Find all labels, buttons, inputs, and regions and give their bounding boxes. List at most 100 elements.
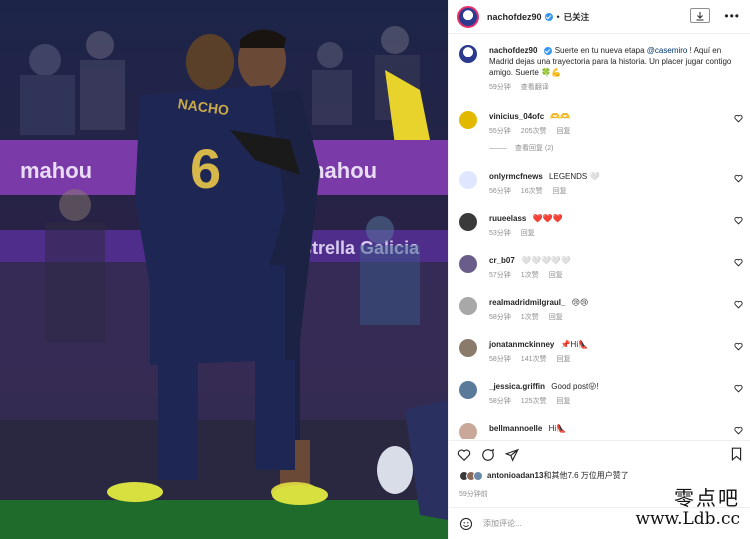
more-options-icon[interactable]: ••• xyxy=(724,10,740,22)
commenter-avatar[interactable] xyxy=(459,255,477,273)
comment-row: jonatanmckinney 📌Hi👠 58分钟 141次赞 回复 xyxy=(449,339,750,365)
download-button[interactable] xyxy=(690,8,711,23)
comment-time: 58分钟 xyxy=(489,398,511,405)
reply-button[interactable]: 回复 xyxy=(553,186,567,197)
comment-like-heart-icon[interactable] xyxy=(734,342,743,351)
jersey-number: 6 xyxy=(190,137,221,200)
post-actions-bar xyxy=(449,440,750,468)
header-separator: • xyxy=(556,11,560,22)
comment-text: 🤍🤍🤍🤍🤍 xyxy=(521,256,571,265)
comment-row: onlyrmcfnews LEGENDS 🤍 56分钟 16次赞 回复 xyxy=(449,171,750,197)
likes-rest: 和其他7.6 万位用户赞了 xyxy=(543,471,629,480)
reply-button[interactable]: 回复 xyxy=(549,270,563,281)
download-icon xyxy=(696,11,704,20)
commenter-username[interactable]: ruueelass xyxy=(489,214,526,223)
likes-summary[interactable]: antonioadan13 和其他7.6 万位用户赞了 xyxy=(459,470,629,481)
comment-time: 58分钟 xyxy=(489,356,511,363)
post-side-panel: nachofdez90 • 已关注 ••• nachofdez90 Suerte… xyxy=(448,0,750,539)
commenter-avatar[interactable] xyxy=(459,381,477,399)
comment-text: 🫶🫶 xyxy=(550,112,571,121)
comment-time: 56分钟 xyxy=(489,188,511,195)
liker-avatars xyxy=(459,470,483,481)
commenter-username[interactable]: jonatanmckinney xyxy=(489,340,554,349)
comment-like-heart-icon[interactable] xyxy=(734,300,743,309)
comment-text: ❤️❤️❤️ xyxy=(532,214,563,223)
comment-like-heart-icon[interactable] xyxy=(734,216,743,225)
caption-avatar[interactable] xyxy=(459,45,477,63)
commenter-username[interactable]: vinicius_04ofc xyxy=(489,112,544,121)
share-send-icon[interactable] xyxy=(505,448,519,462)
commenter-username[interactable]: bellmannoelle xyxy=(489,424,542,433)
commenter-avatar[interactable] xyxy=(459,423,477,439)
commenter-avatar[interactable] xyxy=(459,339,477,357)
post-photo-illustration: mahou mahou Estrella Galicia NACHO 6 xyxy=(0,0,448,539)
comment-text: 😢😢 xyxy=(571,298,589,307)
comment-like-count[interactable]: 1次赞 xyxy=(521,270,539,281)
ad-board-text-left: mahou xyxy=(20,158,92,183)
comment-like-count[interactable]: 141次赞 xyxy=(521,354,547,365)
commenter-username[interactable]: onlyrmcfnews xyxy=(489,172,543,181)
view-replies-link[interactable]: 查看回复 (2) xyxy=(489,143,750,153)
comment-like-heart-icon[interactable] xyxy=(734,258,743,267)
comment-row: cr_b07 🤍🤍🤍🤍🤍 57分钟 1次赞 回复 xyxy=(449,255,750,281)
like-heart-icon[interactable] xyxy=(457,448,471,462)
comment-row: ruueelass ❤️❤️❤️ 53分钟 回复 xyxy=(449,213,750,239)
caption-text-before: Suerte en tu nueva etapa xyxy=(554,46,647,55)
comment-row: vinicius_04ofc 🫶🫶 55分钟 205次赞 回复 xyxy=(449,111,750,137)
site-watermark: 零点吧 www.Ldb.cc xyxy=(635,487,740,529)
reply-button[interactable]: 回复 xyxy=(556,438,570,439)
commenter-username[interactable]: realmadridmilgraul_ xyxy=(489,298,565,307)
comment-like-heart-icon[interactable] xyxy=(734,174,743,183)
post-time: 59分钟前 xyxy=(459,491,488,498)
reply-button[interactable]: 回复 xyxy=(556,126,570,137)
watermark-line1: 零点吧 xyxy=(674,486,740,510)
caption-username[interactable]: nachofdez90 xyxy=(489,46,537,55)
bookmark-icon[interactable] xyxy=(730,447,743,461)
comment-time: 58分钟 xyxy=(489,314,511,321)
caption-mention-link[interactable]: @casemiro xyxy=(647,46,688,55)
see-translation-link[interactable]: 查看翻译 xyxy=(521,82,549,93)
comment-text: 📌Hi👠 xyxy=(560,340,589,349)
comment-time: 57分钟 xyxy=(489,272,511,279)
comment-list: vinicius_04ofc 🫶🫶 55分钟 205次赞 回复 查看回复 (2)… xyxy=(449,111,750,439)
comments-scroll[interactable]: nachofdez90 Suerte en tu nueva etapa @ca… xyxy=(449,35,750,439)
comment-like-count[interactable]: 153次赞 xyxy=(521,438,547,439)
comment-time: 55分钟 xyxy=(489,128,511,135)
author-avatar[interactable] xyxy=(457,5,479,28)
comment-time: 58分钟 xyxy=(489,438,511,439)
author-username[interactable]: nachofdez90 xyxy=(487,12,542,22)
commenter-avatar[interactable] xyxy=(459,213,477,231)
reply-button[interactable]: 回复 xyxy=(556,354,570,365)
comment-time: 53分钟 xyxy=(489,230,511,237)
commenter-avatar[interactable] xyxy=(459,297,477,315)
comment-like-count[interactable]: 1次赞 xyxy=(521,312,539,323)
comment-icon[interactable] xyxy=(481,448,495,462)
caption-time: 59分钟 xyxy=(489,84,511,91)
reply-button[interactable]: 回复 xyxy=(549,312,563,323)
reply-button[interactable]: 回复 xyxy=(521,228,535,239)
reply-button[interactable]: 回复 xyxy=(556,396,570,407)
comment-row: bellmannoelle Hi👠 58分钟 153次赞 回复 xyxy=(449,423,750,439)
comment-text: Hi👠 xyxy=(548,424,567,433)
comment-like-count[interactable]: 16次赞 xyxy=(521,186,543,197)
comment-row: realmadridmilgraul_ 😢😢 58分钟 1次赞 回复 xyxy=(449,297,750,323)
comment-like-count[interactable]: 205次赞 xyxy=(521,126,547,137)
commenter-avatar[interactable] xyxy=(459,171,477,189)
emoji-icon[interactable] xyxy=(459,517,473,531)
comment-row: _jessica.griffin Good post😛! 58分钟 125次赞 … xyxy=(449,381,750,407)
comment-text: Good post😛! xyxy=(551,382,599,391)
likes-first-user[interactable]: antonioadan13 xyxy=(487,471,543,480)
commenter-avatar[interactable] xyxy=(459,111,477,129)
comment-like-heart-icon[interactable] xyxy=(734,426,743,435)
comment-like-count[interactable]: 125次赞 xyxy=(521,396,547,407)
caption: nachofdez90 Suerte en tu nueva etapa @ca… xyxy=(449,45,750,93)
post-photo[interactable]: mahou mahou Estrella Galicia NACHO 6 xyxy=(0,0,448,539)
post-header: nachofdez90 • 已关注 ••• xyxy=(449,0,750,34)
comment-text: LEGENDS 🤍 xyxy=(549,172,600,181)
commenter-username[interactable]: _jessica.griffin xyxy=(489,382,545,391)
comment-like-heart-icon[interactable] xyxy=(734,114,743,123)
comment-like-heart-icon[interactable] xyxy=(734,384,743,393)
comment-input[interactable] xyxy=(483,519,603,528)
commenter-username[interactable]: cr_b07 xyxy=(489,256,515,265)
follow-status[interactable]: 已关注 xyxy=(564,11,590,23)
